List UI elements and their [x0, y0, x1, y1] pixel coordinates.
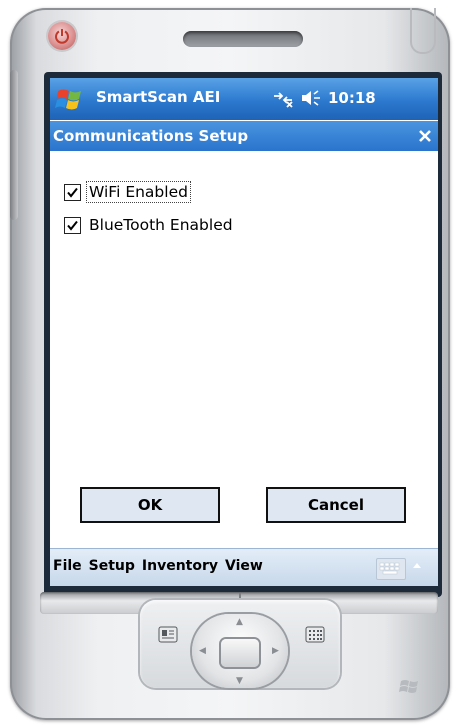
power-button[interactable]: [48, 22, 76, 50]
contacts-key-icon[interactable]: [158, 626, 178, 643]
wifi-label[interactable]: WiFi Enabled: [86, 181, 191, 203]
power-icon: [55, 29, 69, 44]
dialog-header: Communications Setup: [50, 121, 438, 151]
screen: SmartScan AEI 10:18 Communications Setup: [50, 78, 438, 586]
earpiece-speaker: [183, 31, 303, 47]
status-area: 10:18: [272, 87, 376, 109]
windows-start-icon[interactable]: [55, 82, 87, 114]
dpad-right-icon[interactable]: ▶: [272, 646, 279, 656]
checkmark-icon: [67, 220, 78, 231]
menu-setup[interactable]: Setup: [89, 558, 135, 574]
app-title: SmartScan AEI: [96, 88, 221, 106]
ok-button[interactable]: OK: [80, 487, 220, 523]
bluetooth-option[interactable]: BlueTooth Enabled: [64, 215, 235, 235]
menu-bar: File Setup Inventory View: [50, 548, 438, 586]
clock[interactable]: 10:18: [328, 89, 376, 107]
menu-file[interactable]: File: [53, 558, 82, 574]
stylus-slot: [410, 8, 436, 54]
windows-logo-icon: [399, 680, 418, 693]
bluetooth-checkbox[interactable]: [64, 216, 81, 234]
keyboard-icon[interactable]: [376, 558, 406, 580]
speaker-icon[interactable]: [300, 89, 322, 107]
dpad-left-icon[interactable]: ◀: [199, 646, 206, 656]
close-icon: [419, 130, 431, 142]
menu-inventory[interactable]: Inventory: [142, 558, 218, 574]
dpad-center-button[interactable]: [221, 639, 259, 667]
connectivity-icon[interactable]: [272, 88, 294, 108]
cancel-button[interactable]: Cancel: [266, 487, 406, 523]
bluetooth-label[interactable]: BlueTooth Enabled: [87, 215, 235, 235]
dialog-title: Communications Setup: [53, 127, 249, 145]
wifi-checkbox[interactable]: [64, 183, 81, 201]
calendar-key-icon[interactable]: [305, 626, 325, 643]
side-button-strip[interactable]: [10, 70, 18, 220]
input-selector-arrow-icon[interactable]: [412, 561, 422, 569]
dpad-down-icon[interactable]: ▼: [236, 676, 243, 686]
checkmark-icon: [67, 187, 78, 198]
title-bar: SmartScan AEI 10:18: [50, 78, 438, 120]
close-button[interactable]: [412, 122, 438, 150]
wifi-option[interactable]: WiFi Enabled: [64, 181, 191, 203]
menu-view[interactable]: View: [225, 558, 263, 574]
dpad-up-icon[interactable]: ▲: [236, 617, 243, 627]
